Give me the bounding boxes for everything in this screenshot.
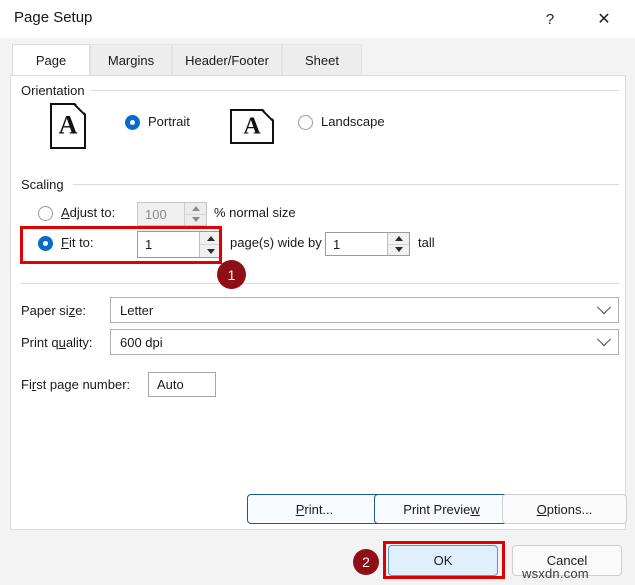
chevron-down-icon[interactable] [590, 300, 618, 315]
triangle-down-icon [206, 248, 215, 254]
scaling-fit-suffix: tall [418, 235, 435, 250]
options-button[interactable]: Options... [502, 494, 627, 524]
print-quality-label: Print quality: [21, 335, 93, 350]
scaling-fit-label[interactable]: Fit to: [61, 235, 94, 250]
ok-button[interactable]: OK [388, 545, 498, 576]
scaling-fit-tall-down[interactable] [388, 245, 409, 256]
paper-size-label-b: e: [75, 303, 87, 318]
scaling-group-label: Scaling [21, 177, 70, 192]
paper-size-label: Paper size: [21, 303, 87, 318]
orientation-landscape-radio[interactable] [298, 115, 313, 130]
first-page-number-input[interactable]: Auto [148, 372, 216, 397]
first-page-number-label: First page number: [21, 377, 131, 392]
first-page-label-b: st page number: [36, 377, 131, 392]
scaling-group-divider [73, 184, 619, 185]
chevron-down-icon[interactable] [590, 332, 618, 347]
scaling-fit-tall-arrows[interactable] [387, 233, 409, 255]
print-quality-label-a: Print q [21, 335, 59, 350]
orientation-group-label: Orientation [21, 83, 91, 98]
scaling-fit-tall-up[interactable] [388, 233, 409, 245]
landscape-icon-fold-edge [261, 109, 274, 122]
portrait-icon-fold-edge [73, 103, 86, 116]
watermark-text: wsxdn.com [522, 566, 589, 581]
scaling-fit-wide-arrows[interactable] [199, 232, 221, 257]
page-tab-panel: Orientation A Portrait A Landscape Scali… [10, 75, 627, 530]
print-button-label: Print... [295, 501, 334, 517]
print-quality-value: 600 dpi [120, 334, 163, 350]
orientation-landscape-label[interactable]: Landscape [321, 114, 385, 129]
scaling-fit-label-rest: it to: [68, 235, 94, 250]
triangle-down-icon [191, 217, 200, 223]
chevron-glyph [596, 332, 612, 347]
paper-size-label-a: Paper si [21, 303, 69, 318]
scaling-adjust-spin-down[interactable] [185, 215, 206, 226]
help-icon[interactable]: ? [527, 0, 573, 38]
annotation-badge-1: 1 [217, 260, 246, 289]
scaling-fit-wide-spinner[interactable]: 1 [137, 231, 222, 258]
first-page-label-a: Fi [21, 377, 32, 392]
dialog-title-bar: Page Setup ? ✕ [0, 0, 635, 38]
chevron-glyph [596, 300, 612, 315]
scaling-adjust-suffix: % normal size [214, 205, 296, 220]
orientation-portrait-radio[interactable] [125, 115, 140, 130]
triangle-up-icon [394, 235, 403, 241]
scaling-adjust-percent-value: 100 [145, 206, 167, 222]
portrait-icon-letter: A [58, 110, 78, 140]
tab-margins[interactable]: Margins [90, 44, 172, 76]
tab-sheet[interactable]: Sheet [282, 44, 362, 76]
scaling-adjust-label[interactable]: Adjust to: [61, 205, 115, 220]
scaling-fit-wide-up[interactable] [200, 232, 221, 245]
print-preview-button-label: Print Preview [403, 501, 480, 517]
print-button[interactable]: Print... [247, 494, 382, 524]
scaling-adjust-label-rest: djust to: [69, 205, 116, 220]
print-quality-combobox[interactable]: 600 dpi [110, 329, 619, 355]
portrait-page-icon[interactable]: A [50, 103, 86, 149]
scaling-fit-tall-spinner[interactable]: 1 [325, 232, 410, 256]
print-preview-button[interactable]: Print Preview [374, 494, 509, 524]
tab-page[interactable]: Page [12, 44, 90, 76]
triangle-up-icon [206, 235, 215, 241]
landscape-page-icon[interactable]: A [230, 109, 274, 144]
triangle-down-icon [394, 247, 403, 253]
paper-size-value: Letter [120, 302, 154, 318]
print-quality-label-b: ality: [65, 335, 93, 350]
options-button-label: Options... [536, 501, 593, 517]
scaling-adjust-spin-up[interactable] [185, 203, 206, 215]
scaling-fit-radio[interactable] [38, 236, 53, 251]
tab-strip: Page Margins Header/Footer Sheet [0, 38, 635, 76]
scaling-fit-middle-text: page(s) wide by [230, 235, 322, 250]
close-icon[interactable]: ✕ [581, 0, 627, 38]
scaling-adjust-radio[interactable] [38, 206, 53, 221]
scaling-adjust-spin-arrows[interactable] [184, 203, 206, 225]
annotation-badge-2: 2 [353, 549, 379, 575]
orientation-group-divider [90, 90, 619, 91]
scaling-fit-wide-down[interactable] [200, 245, 221, 257]
scaling-fit-tall-value: 1 [333, 236, 341, 252]
triangle-up-icon [191, 205, 200, 211]
scaling-fit-wide-value: 1 [145, 237, 153, 252]
dialog-title: Page Setup [14, 9, 93, 26]
orientation-portrait-label[interactable]: Portrait [148, 114, 190, 129]
tab-header-footer[interactable]: Header/Footer [172, 44, 282, 76]
paper-size-combobox[interactable]: Letter [110, 297, 619, 323]
scaling-adjust-percent-spinner[interactable]: 100 [137, 202, 207, 226]
scaling-section-bottom-divider [21, 283, 619, 284]
